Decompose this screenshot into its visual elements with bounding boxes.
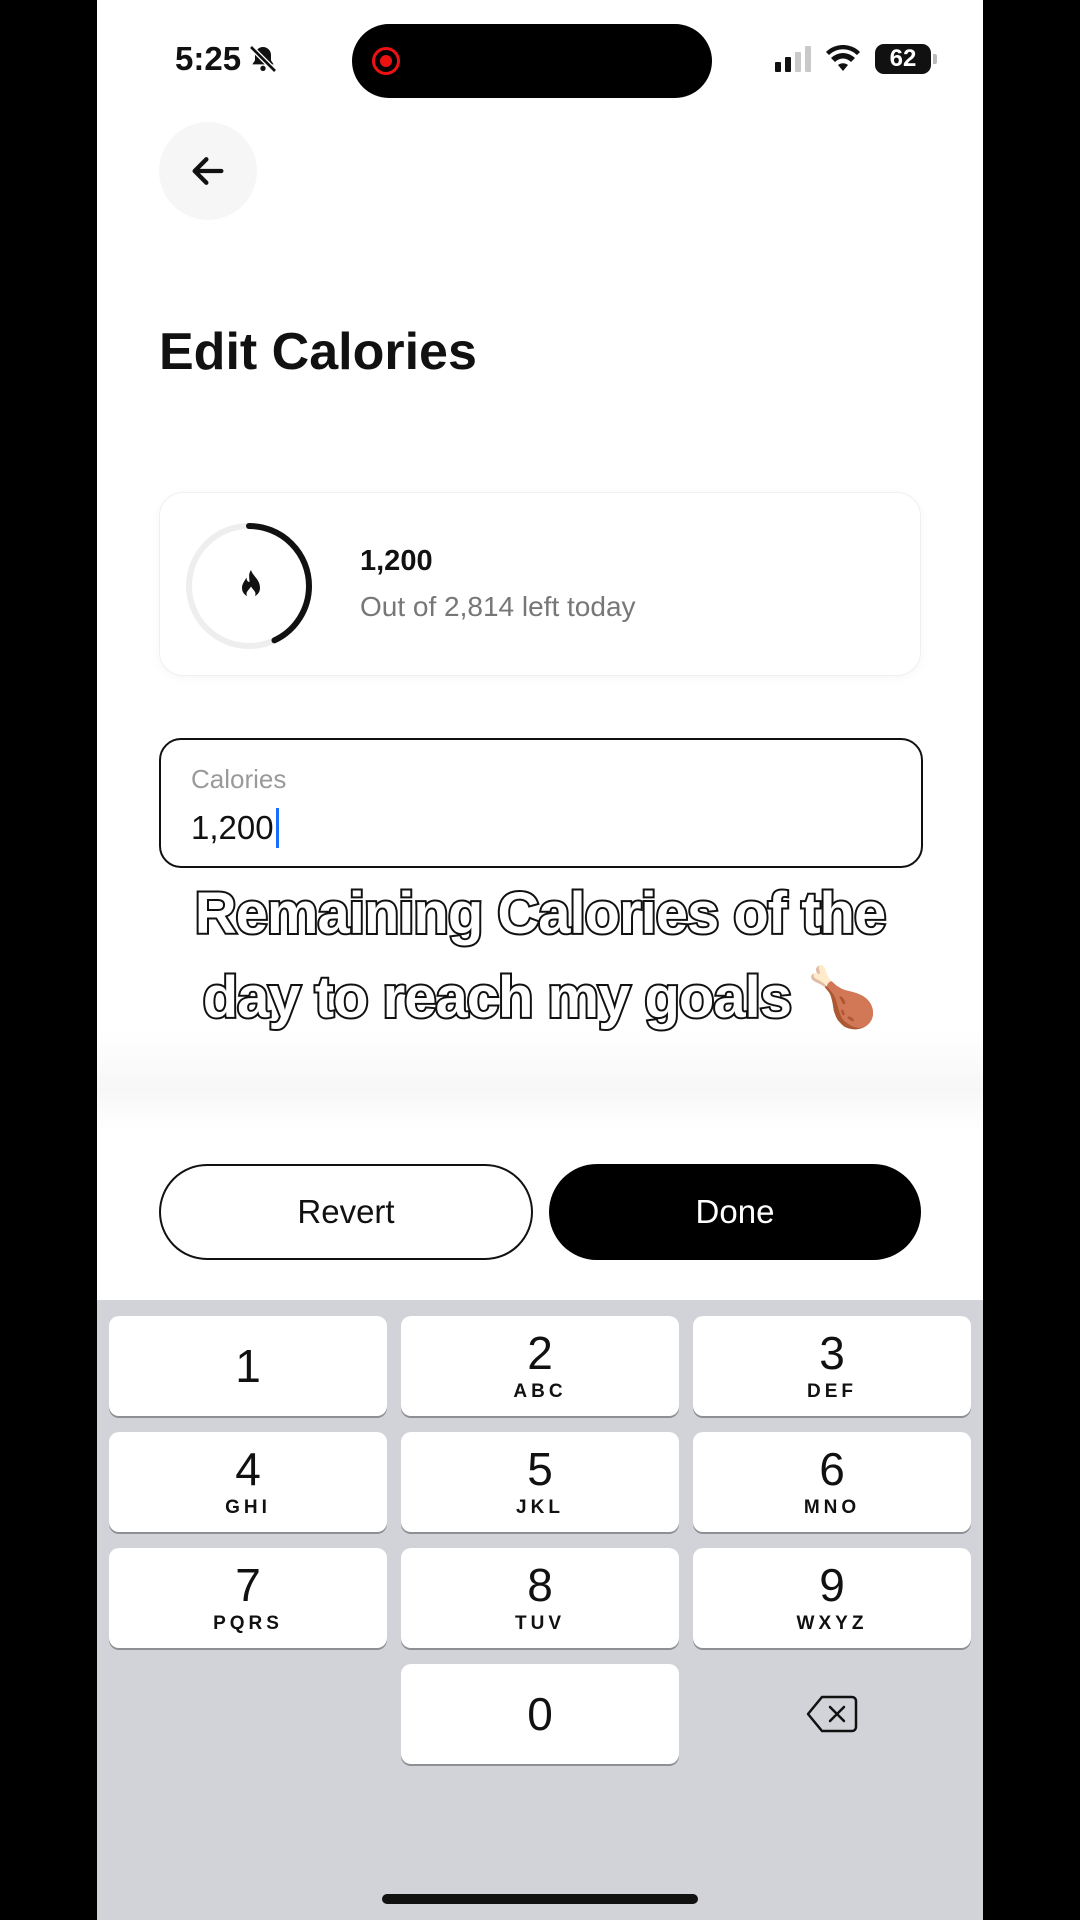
delete-key[interactable] bbox=[693, 1664, 971, 1764]
key-8[interactable]: 8 TUV bbox=[401, 1548, 679, 1648]
status-bar-indicators: 62 bbox=[775, 44, 937, 74]
calories-remaining-value: 1,200 bbox=[360, 545, 433, 577]
back-button[interactable] bbox=[159, 122, 257, 220]
key-letters: JKL bbox=[516, 1497, 564, 1518]
key-letters: MNO bbox=[803, 1497, 861, 1518]
key-digit: 5 bbox=[527, 1443, 553, 1495]
key-digit: 1 bbox=[235, 1340, 261, 1392]
key-digit: 3 bbox=[819, 1327, 845, 1379]
calorie-summary-card: 1,200 Out of 2,814 left today bbox=[159, 492, 921, 676]
key-2[interactable]: 2 ABC bbox=[401, 1316, 679, 1416]
key-digit: 6 bbox=[819, 1443, 845, 1495]
key-digit: 4 bbox=[235, 1443, 261, 1495]
dynamic-island bbox=[352, 24, 712, 98]
calories-remaining-subtext: Out of 2,814 left today bbox=[360, 591, 636, 622]
screen: 5:25 62 Edit Calories 1,200 Out of 2,814… bbox=[97, 0, 983, 1920]
wifi-icon bbox=[826, 45, 860, 71]
key-digit: 7 bbox=[235, 1559, 261, 1611]
time-text: 5:25 bbox=[175, 40, 242, 77]
video-caption: Remaining Calories of the day to reach m… bbox=[97, 872, 983, 1040]
key-digit: 9 bbox=[819, 1559, 845, 1611]
key-digit: 8 bbox=[527, 1559, 553, 1611]
done-button[interactable]: Done bbox=[549, 1164, 921, 1260]
divider-fade bbox=[97, 1030, 983, 1130]
caption-line-2: day to reach my goals 🍗 bbox=[201, 963, 881, 1032]
key-1[interactable]: 1 bbox=[109, 1316, 387, 1416]
key-4[interactable]: 4 GHI bbox=[109, 1432, 387, 1532]
key-letters: WXYZ bbox=[796, 1613, 868, 1634]
page-title: Edit Calories bbox=[159, 323, 477, 381]
home-indicator[interactable] bbox=[382, 1894, 698, 1904]
text-cursor bbox=[275, 808, 279, 848]
key-letters: GHI bbox=[225, 1497, 271, 1518]
key-digit: 0 bbox=[527, 1688, 553, 1740]
flame-icon bbox=[242, 570, 260, 599]
cellular-signal-icon bbox=[775, 46, 811, 72]
backspace-icon bbox=[806, 1695, 858, 1733]
calories-field-value[interactable]: 1,200 bbox=[191, 808, 279, 848]
battery-icon: 62 bbox=[875, 44, 937, 74]
key-letters: TUV bbox=[515, 1613, 565, 1634]
key-letters: DEF bbox=[807, 1381, 857, 1402]
bell-slash-icon bbox=[249, 45, 277, 73]
caption-line-1: Remaining Calories of the bbox=[193, 879, 888, 948]
arrow-left-icon bbox=[192, 157, 224, 185]
key-digit: 2 bbox=[527, 1327, 553, 1379]
key-letters: ABC bbox=[513, 1381, 567, 1402]
calories-field-label: Calories bbox=[191, 764, 287, 794]
key-6[interactable]: 6 MNO bbox=[693, 1432, 971, 1532]
key-3[interactable]: 3 DEF bbox=[693, 1316, 971, 1416]
numeric-keypad: 1 2 ABC 3 DEF 4 GHI 5 JKL 6 MNO 7 PQRS 8… bbox=[97, 1300, 983, 1920]
revert-button[interactable]: Revert bbox=[159, 1164, 533, 1260]
key-0[interactable]: 0 bbox=[401, 1664, 679, 1764]
key-7[interactable]: 7 PQRS bbox=[109, 1548, 387, 1648]
calories-value-text: 1,200 bbox=[191, 809, 274, 846]
key-9[interactable]: 9 WXYZ bbox=[693, 1548, 971, 1648]
key-5[interactable]: 5 JKL bbox=[401, 1432, 679, 1532]
status-bar-time: 5:25 bbox=[175, 40, 279, 78]
calories-input-field[interactable]: Calories 1,200 bbox=[159, 738, 923, 868]
record-icon bbox=[372, 47, 400, 75]
key-letters: PQRS bbox=[213, 1613, 283, 1634]
battery-level: 62 bbox=[889, 45, 917, 72]
